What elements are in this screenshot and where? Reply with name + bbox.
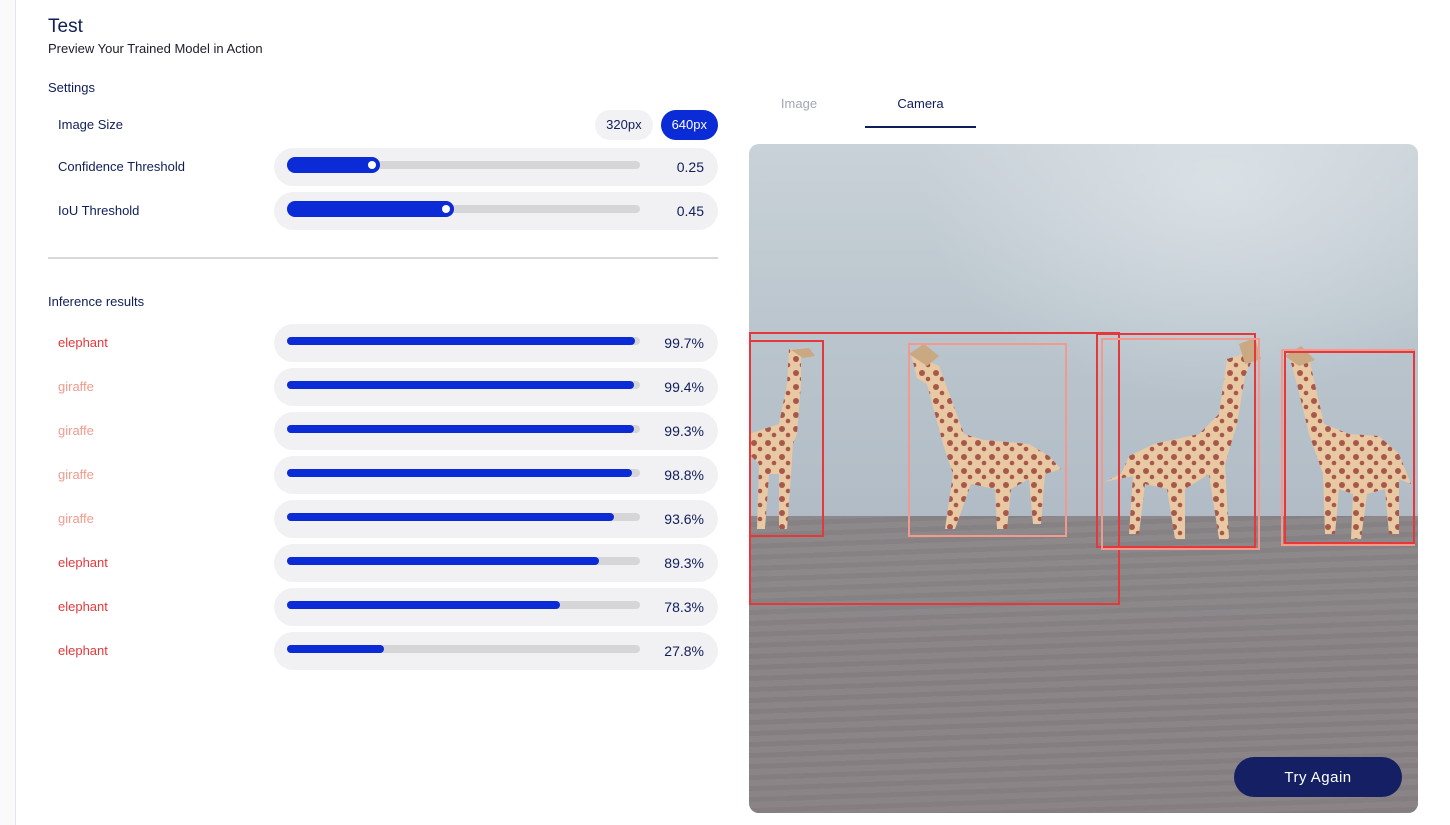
try-again-button[interactable]: Try Again — [1234, 757, 1402, 797]
result-fill — [287, 469, 632, 477]
iou-value: 0.45 — [676, 203, 704, 219]
result-bar: 93.6% — [274, 500, 718, 538]
confidence-slider[interactable]: 0.25 — [274, 148, 718, 186]
tab-image[interactable]: Image — [749, 88, 849, 128]
detection-box-giraffe — [1101, 338, 1260, 550]
result-class: giraffe — [58, 379, 94, 394]
image-size-options: 320px 640px — [595, 110, 718, 140]
result-class: giraffe — [58, 511, 94, 526]
result-row: giraffe 99.3% — [48, 412, 718, 450]
result-bar: 89.3% — [274, 544, 718, 582]
result-row: elephant 89.3% — [48, 544, 718, 582]
result-class: elephant — [58, 335, 108, 350]
result-bar: 27.8% — [274, 632, 718, 670]
page-header: Test Preview Your Trained Model in Actio… — [48, 16, 263, 56]
result-score: 27.8% — [664, 643, 704, 659]
detection-box-giraffe — [1284, 351, 1415, 544]
result-score: 99.3% — [664, 423, 704, 439]
result-bar: 78.3% — [274, 588, 718, 626]
iou-label: IoU Threshold — [58, 203, 140, 218]
result-row: giraffe 99.4% — [48, 368, 718, 406]
source-tabs: Image Camera — [749, 88, 1049, 128]
result-fill — [287, 601, 560, 609]
result-bar: 99.4% — [274, 368, 718, 406]
iou-fill — [287, 201, 454, 217]
tab-camera[interactable]: Camera — [865, 88, 976, 128]
result-score: 99.4% — [664, 379, 704, 395]
result-fill — [287, 337, 635, 345]
result-row: elephant 99.7% — [48, 324, 718, 362]
size-320-button[interactable]: 320px — [595, 110, 653, 140]
camera-feed — [749, 144, 1418, 813]
image-size-row: Image Size 320px 640px — [48, 106, 718, 144]
result-class: elephant — [58, 643, 108, 658]
result-score: 78.3% — [664, 599, 704, 615]
result-score: 98.8% — [664, 467, 704, 483]
image-size-label: Image Size — [58, 117, 124, 132]
confidence-row: Confidence Threshold 0.25 — [48, 148, 718, 186]
result-bar: 99.3% — [274, 412, 718, 450]
confidence-value: 0.25 — [676, 159, 704, 175]
result-score: 93.6% — [664, 511, 704, 527]
detection-box-elephant — [749, 340, 824, 537]
settings-heading: Settings — [48, 80, 95, 95]
iou-row: IoU Threshold 0.45 — [48, 192, 718, 230]
result-class: giraffe — [58, 467, 94, 482]
iou-slider[interactable]: 0.45 — [274, 192, 718, 230]
detection-box-giraffe — [908, 343, 1067, 537]
result-bar: 99.7% — [274, 324, 718, 362]
result-row: elephant 78.3% — [48, 588, 718, 626]
size-640-button[interactable]: 640px — [660, 110, 718, 140]
page-subtitle: Preview Your Trained Model in Action — [48, 41, 263, 56]
section-divider — [48, 257, 718, 259]
result-fill — [287, 645, 384, 653]
iou-handle[interactable] — [442, 205, 450, 213]
result-score: 99.7% — [664, 335, 704, 351]
result-bar: 98.8% — [274, 456, 718, 494]
result-class: elephant — [58, 555, 108, 570]
result-row: giraffe 98.8% — [48, 456, 718, 494]
result-fill — [287, 425, 634, 433]
confidence-fill — [287, 157, 380, 173]
result-score: 89.3% — [664, 555, 704, 571]
result-row: elephant 27.8% — [48, 632, 718, 670]
result-class: elephant — [58, 599, 108, 614]
result-class: giraffe — [58, 423, 94, 438]
confidence-label: Confidence Threshold — [58, 159, 185, 174]
result-fill — [287, 513, 614, 521]
left-rail — [0, 0, 16, 825]
result-fill — [287, 381, 634, 389]
result-fill — [287, 557, 599, 565]
results-heading: Inference results — [48, 294, 145, 309]
page-title: Test — [48, 16, 83, 37]
result-row: giraffe 93.6% — [48, 500, 718, 538]
confidence-handle[interactable] — [368, 161, 376, 169]
